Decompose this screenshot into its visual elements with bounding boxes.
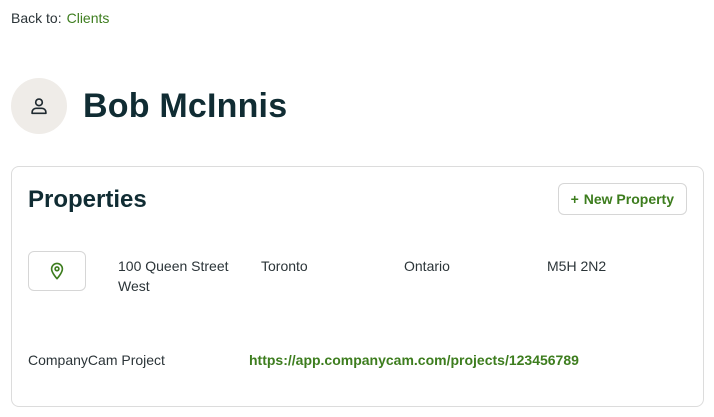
property-map-button[interactable] (28, 251, 86, 291)
map-pin-icon (50, 262, 64, 280)
avatar (11, 78, 67, 134)
companycam-project-label: CompanyCam Project (28, 352, 165, 368)
breadcrumb: Back to: Clients (11, 10, 109, 26)
breadcrumb-prefix: Back to: (11, 10, 62, 26)
properties-title: Properties (28, 186, 147, 213)
user-icon (31, 98, 47, 115)
property-postal-code: M5H 2N2 (547, 258, 607, 274)
property-street: 100 Queen Street West (118, 258, 229, 294)
new-property-button[interactable]: + New Property (557, 183, 687, 215)
client-name: Bob McInnis (83, 87, 288, 125)
client-detail-page: Back to: Clients Bob McInnis Properties +… (0, 0, 714, 417)
back-to-clients-link[interactable]: Clients (67, 10, 110, 26)
property-province: Ontario (404, 258, 450, 274)
plus-icon: + (570, 191, 579, 207)
properties-card: Properties + New Property 100 Queen Stre… (11, 166, 704, 407)
property-city: Toronto (261, 258, 308, 274)
companycam-project-link[interactable]: https://app.companycam.com/projects/1234… (249, 351, 579, 369)
new-property-label: New Property (583, 191, 674, 207)
